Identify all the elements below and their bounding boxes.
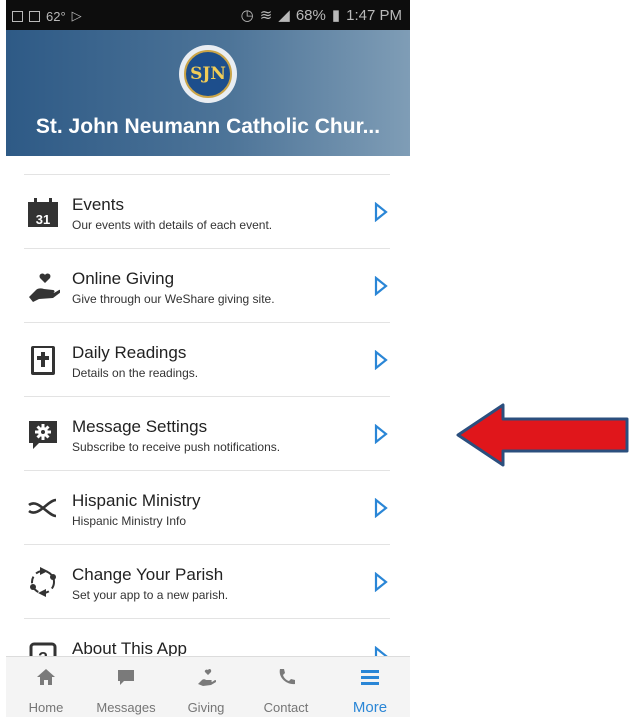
wifi-icon: ≋ [259, 7, 273, 24]
church-name: St. John Neumann Catholic Chur... [35, 115, 381, 138]
menu-item-title: Online Giving [72, 269, 175, 288]
gallery-icon [29, 10, 40, 22]
chevron-right-icon [374, 498, 388, 518]
notification-icon [12, 10, 23, 22]
giving-hand-icon [24, 267, 62, 305]
menu-item-events[interactable]: 31 Events Our events with details of eac… [24, 174, 390, 248]
status-right: ◷ ≋ ◢ 68% ▮ 1:47 PM [240, 6, 402, 25]
menu-item-change-parish[interactable]: Change Your Parish Set your app to a new… [24, 544, 390, 618]
left-arrow-icon [456, 403, 629, 467]
menu-item-subtitle: Set your app to a new parish. [72, 588, 229, 602]
menu-item-subtitle: Details on the readings. [72, 366, 199, 380]
calendar-day: 31 [36, 212, 50, 227]
menu-item-title: Events [72, 195, 124, 214]
messages-icon [118, 670, 134, 685]
menu-item-message-settings[interactable]: Message Settings Subscribe to receive pu… [24, 396, 390, 470]
tab-label: Giving [187, 700, 225, 715]
status-left: 62° ▷ [12, 8, 82, 24]
battery-level: 68% [295, 6, 326, 24]
church-logo: SJN [179, 45, 237, 103]
tab-label: Contact [263, 700, 309, 715]
tab-contact[interactable]: Contact [246, 657, 326, 717]
menu-item-title: Daily Readings [72, 343, 187, 362]
chevron-right-icon [374, 424, 388, 444]
tab-label: Messages [96, 700, 156, 715]
calendar-icon: 31 [24, 193, 62, 231]
status-bar: 62° ▷ ◷ ≋ ◢ 68% ▮ 1:47 PM [6, 0, 410, 30]
chevron-right-icon [374, 276, 388, 296]
menu-item-hispanic-ministry[interactable]: Hispanic Ministry Hispanic Ministry Info [24, 470, 390, 544]
fish-icon [24, 489, 62, 527]
clock: 1:47 PM [346, 6, 402, 24]
tab-messages[interactable]: Messages [86, 657, 166, 717]
app-header: SJN St. John Neumann Catholic Chur... [6, 30, 410, 156]
menu-item-subtitle: Subscribe to receive push notifications. [72, 440, 281, 454]
menu-list: 31 Events Our events with details of eac… [6, 174, 410, 692]
tab-more[interactable]: More [330, 657, 410, 717]
menu-item-subtitle: Our events with details of each event. [72, 218, 273, 232]
menu-item-title: Message Settings [72, 417, 208, 436]
bible-icon [24, 341, 62, 379]
phone-icon [279, 669, 295, 685]
play-icon: ▷ [71, 8, 82, 23]
menu-item-title: Change Your Parish [72, 565, 224, 584]
change-parish-icon [24, 563, 62, 601]
alarm-icon: ◷ [240, 7, 254, 24]
menu-item-online-giving[interactable]: Online Giving Give through our WeShare g… [24, 248, 390, 322]
menu-item-subtitle: Hispanic Ministry Info [72, 514, 187, 528]
temperature: 62° [46, 8, 66, 24]
church-logo-mark: SJN [184, 50, 232, 98]
message-settings-icon [24, 415, 62, 453]
giving-icon [198, 668, 216, 686]
chevron-right-icon [374, 572, 388, 592]
menu-item-title: Hispanic Ministry [72, 491, 201, 510]
menu-item-subtitle: Give through our WeShare giving site. [72, 292, 275, 306]
chevron-right-icon [374, 202, 388, 222]
menu-item-daily-readings[interactable]: Daily Readings Details on the readings. [24, 322, 390, 396]
tab-label: Home [28, 700, 64, 715]
chevron-right-icon [374, 350, 388, 370]
home-icon [37, 669, 55, 685]
battery-icon: ▮ [331, 7, 341, 24]
tab-giving[interactable]: Giving [166, 657, 246, 717]
menu-icon [361, 670, 379, 685]
red-arrow-annotation [455, 402, 629, 473]
phone-screen: 62° ▷ ◷ ≋ ◢ 68% ▮ 1:47 PM SJN St. John N… [6, 0, 410, 717]
tab-label: More [352, 699, 388, 716]
bottom-tab-bar: Home Messages Giving Contact More [6, 656, 410, 717]
tab-home[interactable]: Home [6, 657, 86, 717]
signal-icon: ◢ [278, 7, 290, 24]
